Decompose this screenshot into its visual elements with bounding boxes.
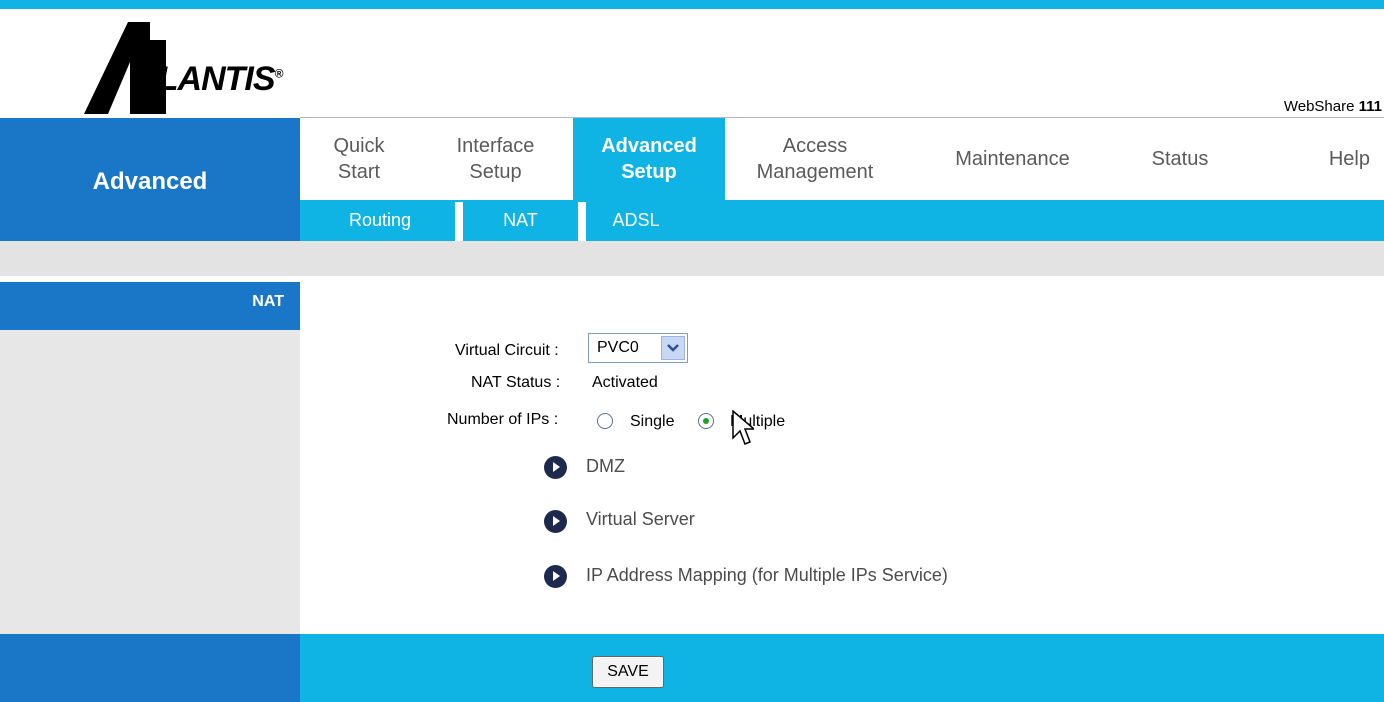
- content-top-band: [0, 241, 1384, 276]
- chevron-down-icon[interactable]: [661, 336, 685, 360]
- tab-interface-setup[interactable]: Interface Setup: [418, 118, 573, 200]
- virtual-circuit-label: Virtual Circuit :: [455, 342, 559, 359]
- subtab-nat[interactable]: NAT: [463, 200, 578, 241]
- tab-access-management[interactable]: Access Management: [725, 118, 905, 200]
- tab-maintenance[interactable]: Maintenance: [905, 118, 1120, 200]
- subnav-separator: [578, 202, 586, 241]
- logo-and: AND: [134, 96, 167, 113]
- radio-single[interactable]: [597, 413, 613, 429]
- nat-status-value: Activated: [592, 374, 658, 391]
- footer-bar: [300, 634, 1384, 702]
- tab-status[interactable]: Status: [1120, 118, 1240, 200]
- virtual-circuit-value: PVC0: [597, 339, 639, 356]
- sidebar-section-title: Advanced: [92, 168, 208, 195]
- arrow-right-icon[interactable]: [544, 565, 567, 588]
- tab-help[interactable]: Help: [1240, 118, 1384, 200]
- subnav-separator: [455, 202, 463, 241]
- sidebar-item-nat-label: NAT: [252, 293, 284, 310]
- sidebar-panel: [0, 282, 300, 634]
- subtab-routing[interactable]: Routing: [320, 200, 440, 241]
- arrow-right-icon[interactable]: [544, 456, 567, 479]
- logo-wordmark: TLANTIS®: [138, 60, 283, 98]
- save-button[interactable]: SAVE: [592, 656, 664, 688]
- link-dmz[interactable]: DMZ: [586, 456, 625, 477]
- num-ips-label: Number of IPs :: [447, 411, 559, 428]
- arrow-right-icon[interactable]: [544, 510, 567, 533]
- subtab-adsl[interactable]: ADSL: [586, 200, 686, 241]
- link-ip-address-mapping[interactable]: IP Address Mapping (for Multiple IPs Ser…: [586, 565, 948, 586]
- mouse-cursor-icon: [732, 410, 754, 445]
- top-accent-bar: [0, 0, 1384, 9]
- nat-status-label: NAT Status :: [471, 374, 561, 391]
- tab-quick-start[interactable]: Quick Start: [300, 118, 418, 200]
- radio-single-label: Single: [630, 413, 675, 430]
- model-name: WebShare 111: [1283, 98, 1382, 115]
- tab-advanced-setup[interactable]: Advanced Setup: [573, 118, 725, 200]
- link-virtual-server[interactable]: Virtual Server: [586, 509, 695, 530]
- radio-multiple[interactable]: [698, 413, 714, 429]
- footer-left: [0, 634, 300, 702]
